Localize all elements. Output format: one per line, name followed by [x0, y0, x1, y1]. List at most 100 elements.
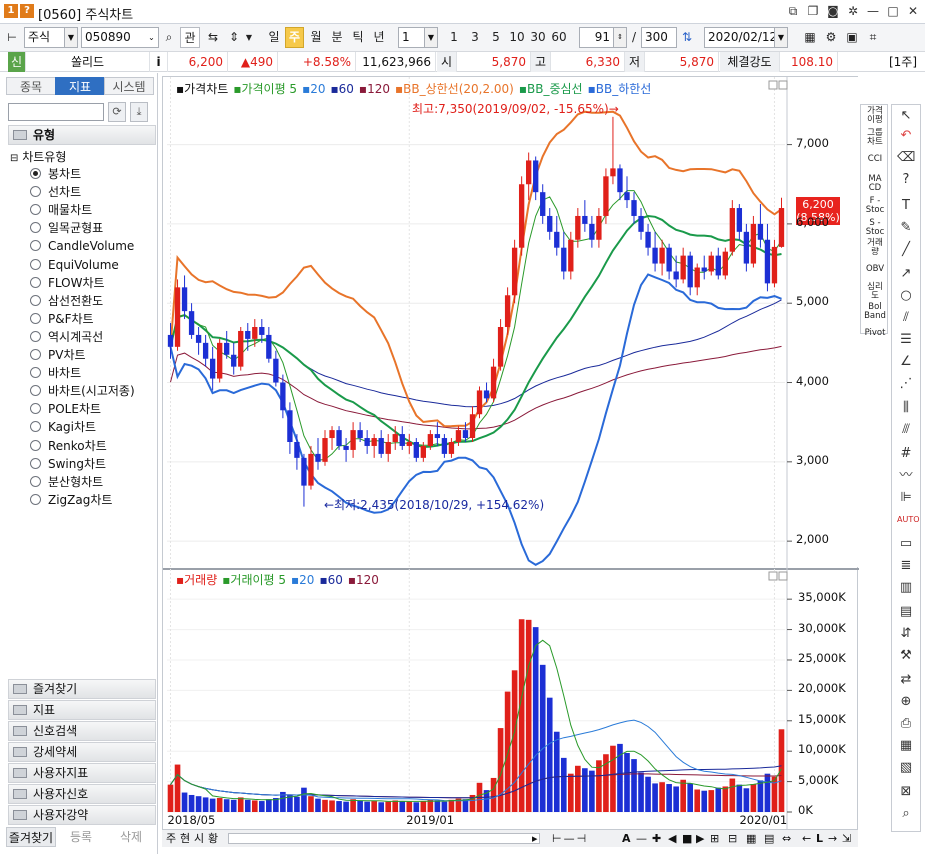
settings-icon[interactable]: ✲ [845, 2, 861, 20]
excel-icon[interactable]: ⊠ [897, 783, 915, 801]
chart-type-item[interactable]: 바차트(시고저종) [30, 382, 135, 400]
tab-week[interactable]: 주 [166, 830, 176, 847]
data-icon[interactable]: ▤ [897, 603, 915, 621]
chevron-down-icon[interactable]: ▼ [774, 28, 787, 47]
grid-icon[interactable]: ▦ [746, 830, 756, 847]
sort-icon[interactable]: ⇵ [897, 625, 915, 643]
link-icon[interactable]: ⧉ [785, 2, 801, 20]
circle-icon[interactable]: ○ [897, 287, 915, 305]
radio-icon[interactable] [30, 385, 41, 397]
scroll-right-icon[interactable]: ▸ [532, 830, 538, 847]
chart-type-item[interactable]: Kagi차트 [30, 418, 96, 436]
radio-icon[interactable] [30, 475, 41, 487]
table-icon[interactable]: ▦ [897, 737, 915, 755]
arrows-icon[interactable]: ⇅ [678, 27, 696, 48]
sync-icon[interactable]: ⇆ [203, 27, 223, 48]
chart-type-item[interactable]: PV차트 [30, 346, 86, 364]
price-legend-item[interactable]: 가격이평 5 [241, 82, 297, 96]
plus-icon[interactable]: ✚ [652, 830, 661, 847]
chevron-down-icon[interactable]: ▼ [424, 28, 437, 47]
chart-type-item[interactable]: EquiVolume [30, 256, 119, 274]
section-6[interactable]: 사용자강약 [8, 805, 156, 825]
grid-lines-icon[interactable]: # [897, 445, 915, 463]
chart-type-item[interactable]: 분산형차트 [30, 473, 103, 491]
section-4[interactable]: 사용자지표 [8, 763, 156, 783]
download-icon[interactable]: ⤓ [130, 102, 148, 122]
tree-chart-types[interactable]: ⊟ 차트유형 [10, 148, 66, 166]
ray-icon[interactable]: ↗ [897, 265, 915, 283]
fibo-icon[interactable]: ⫼ [897, 399, 915, 417]
shortcut-macd[interactable]: MA CD [862, 175, 888, 193]
radio-icon[interactable] [30, 367, 41, 379]
volume-legend-item[interactable]: 거래이평 5 [230, 573, 286, 587]
chart-type-item[interactable]: FLOW차트 [30, 274, 105, 292]
minimize-icon[interactable]: — [865, 2, 881, 20]
section-5[interactable]: 사용자신호 [8, 784, 156, 804]
total-input[interactable]: 300 [641, 27, 677, 48]
tab-current[interactable]: 현 [180, 830, 190, 847]
fan-icon[interactable]: ⋰ [897, 375, 915, 393]
tab-system[interactable]: 시스템 [104, 77, 154, 95]
price-legend-item[interactable]: 60 [339, 82, 354, 96]
section-type[interactable]: 유형 [8, 125, 156, 145]
period-year-button[interactable]: 년 [369, 27, 389, 48]
price-legend-item[interactable]: 120 [367, 82, 390, 96]
edit-icon[interactable]: ✎ [897, 219, 915, 237]
volume-legend-item[interactable]: 120 [356, 573, 379, 587]
tab-status[interactable]: 황 [208, 830, 218, 847]
chart-type-item[interactable]: Swing차트 [30, 455, 106, 473]
prev-icon[interactable]: ◀ [668, 830, 676, 847]
stop-icon[interactable]: ■ [682, 830, 692, 847]
text-tool-icon[interactable]: A [622, 830, 631, 847]
wave-icon[interactable]: 〰 [897, 467, 915, 485]
refresh-icon[interactable]: ⟳ [108, 102, 126, 122]
volume-legend-item[interactable]: 60 [328, 573, 343, 587]
stock-name[interactable]: 쏠리드 [26, 52, 150, 72]
chart-type-item[interactable]: 선차트 [30, 183, 81, 201]
radio-icon[interactable] [30, 276, 41, 288]
chevron-down-icon[interactable]: ⌄ [145, 28, 158, 47]
parallel-icon[interactable]: ⫻ [897, 421, 915, 439]
section-2[interactable]: 신호검색 [8, 721, 156, 741]
bar-chart-icon[interactable]: ▥ [897, 579, 915, 597]
chart-type-item[interactable]: CandleVolume [30, 237, 134, 255]
tool-icon[interactable]: ⚒ [897, 647, 915, 665]
volume-legend-item[interactable]: 거래량 [184, 573, 217, 587]
shortcut-pivot[interactable]: Pivot [862, 329, 888, 338]
help-icon[interactable]: ? [897, 171, 915, 189]
chart-type-item[interactable]: ZigZag차트 [30, 491, 112, 509]
auto-icon[interactable]: AUTO [897, 511, 920, 529]
radio-icon[interactable] [30, 330, 41, 342]
play-icon[interactable]: ▶ [696, 830, 704, 847]
tab-stocks[interactable]: 종목 [6, 77, 56, 95]
updown-icon[interactable]: ⇕ [224, 27, 244, 48]
zoom-icon[interactable]: ⊕ [897, 693, 915, 711]
camera-icon[interactable]: ◙ [825, 2, 841, 20]
help-icon[interactable]: ? [20, 4, 34, 18]
interval-1-button[interactable]: 1 [444, 27, 464, 48]
interval-5-button[interactable]: 5 [486, 27, 506, 48]
chart-settings-icon[interactable]: ▦ [800, 27, 820, 48]
crosshair-icon[interactable]: ⊞ [710, 830, 719, 847]
radio-icon[interactable] [30, 312, 41, 324]
channel-icon[interactable]: ⫽ [897, 309, 915, 327]
radio-icon[interactable] [30, 294, 41, 306]
shortcut-slow-stoch[interactable]: S - Stoc [862, 219, 888, 237]
shortcut-obv[interactable]: OBV [862, 265, 888, 274]
tab-indicators[interactable]: 지표 [55, 77, 105, 95]
chart-area[interactable] [162, 76, 859, 831]
maximize-icon[interactable]: □ [885, 2, 901, 20]
shortcut-cci[interactable]: CCI [862, 155, 888, 164]
close-icon[interactable]: ✕ [905, 2, 921, 20]
radio-icon[interactable] [30, 349, 41, 360]
price-legend-item[interactable]: 20 [310, 82, 325, 96]
chart-type-item[interactable]: 일목균형표 [30, 219, 103, 237]
ruler-icon[interactable]: ⊫ [897, 489, 915, 507]
export-icon[interactable]: ⇲ [842, 830, 851, 847]
back-icon[interactable]: ← [802, 830, 811, 847]
interval-10-button[interactable]: 10 [507, 27, 527, 48]
shortcut-price-average[interactable]: 가격 이평 [862, 107, 888, 125]
chart-type-item[interactable]: Renko차트 [30, 437, 107, 455]
indicator-search-input[interactable] [8, 103, 104, 121]
price-legend-item[interactable]: BB_중심선 [527, 82, 583, 96]
